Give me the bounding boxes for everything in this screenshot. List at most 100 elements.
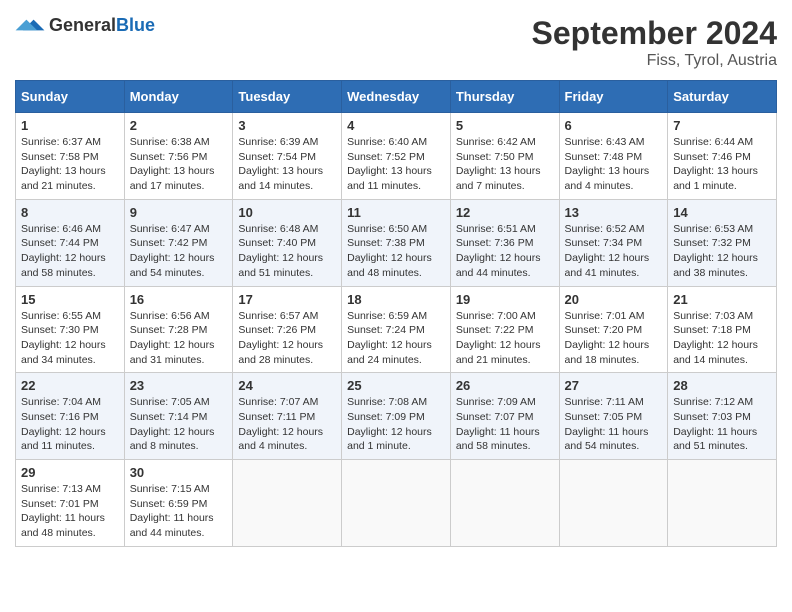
logo-icon [15, 16, 45, 34]
day-info: Sunrise: 7:00 AM Sunset: 7:22 PM Dayligh… [456, 309, 554, 368]
day-info: Sunrise: 6:48 AM Sunset: 7:40 PM Dayligh… [238, 222, 336, 281]
calendar-cell: 21 Sunrise: 7:03 AM Sunset: 7:18 PM Dayl… [668, 286, 777, 373]
calendar-cell [559, 460, 668, 547]
day-number: 8 [21, 205, 119, 220]
day-number: 21 [673, 292, 771, 307]
calendar-cell [342, 460, 451, 547]
day-number: 20 [565, 292, 663, 307]
calendar-cell: 29 Sunrise: 7:13 AM Sunset: 7:01 PM Dayl… [16, 460, 125, 547]
day-number: 22 [21, 378, 119, 393]
day-info: Sunrise: 7:11 AM Sunset: 7:05 PM Dayligh… [565, 395, 663, 454]
day-info: Sunrise: 6:42 AM Sunset: 7:50 PM Dayligh… [456, 135, 554, 194]
day-number: 23 [130, 378, 228, 393]
day-number: 27 [565, 378, 663, 393]
calendar-cell: 11 Sunrise: 6:50 AM Sunset: 7:38 PM Dayl… [342, 199, 451, 286]
day-info: Sunrise: 6:44 AM Sunset: 7:46 PM Dayligh… [673, 135, 771, 194]
day-info: Sunrise: 6:51 AM Sunset: 7:36 PM Dayligh… [456, 222, 554, 281]
day-info: Sunrise: 6:55 AM Sunset: 7:30 PM Dayligh… [21, 309, 119, 368]
day-info: Sunrise: 7:07 AM Sunset: 7:11 PM Dayligh… [238, 395, 336, 454]
calendar-cell: 3 Sunrise: 6:39 AM Sunset: 7:54 PM Dayli… [233, 113, 342, 200]
day-info: Sunrise: 6:43 AM Sunset: 7:48 PM Dayligh… [565, 135, 663, 194]
day-number: 26 [456, 378, 554, 393]
calendar-cell: 9 Sunrise: 6:47 AM Sunset: 7:42 PM Dayli… [124, 199, 233, 286]
calendar-cell: 27 Sunrise: 7:11 AM Sunset: 7:05 PM Dayl… [559, 373, 668, 460]
day-info: Sunrise: 7:09 AM Sunset: 7:07 PM Dayligh… [456, 395, 554, 454]
column-header-thursday: Thursday [450, 81, 559, 113]
calendar-cell: 25 Sunrise: 7:08 AM Sunset: 7:09 PM Dayl… [342, 373, 451, 460]
day-number: 4 [347, 118, 445, 133]
month-title: September 2024 [532, 15, 777, 52]
calendar-week-row: 1 Sunrise: 6:37 AM Sunset: 7:58 PM Dayli… [16, 113, 777, 200]
day-info: Sunrise: 6:46 AM Sunset: 7:44 PM Dayligh… [21, 222, 119, 281]
calendar-cell: 13 Sunrise: 6:52 AM Sunset: 7:34 PM Dayl… [559, 199, 668, 286]
calendar-cell: 7 Sunrise: 6:44 AM Sunset: 7:46 PM Dayli… [668, 113, 777, 200]
logo-general: General [49, 15, 116, 35]
calendar-cell: 10 Sunrise: 6:48 AM Sunset: 7:40 PM Dayl… [233, 199, 342, 286]
day-info: Sunrise: 6:50 AM Sunset: 7:38 PM Dayligh… [347, 222, 445, 281]
calendar-week-row: 8 Sunrise: 6:46 AM Sunset: 7:44 PM Dayli… [16, 199, 777, 286]
calendar-cell: 16 Sunrise: 6:56 AM Sunset: 7:28 PM Dayl… [124, 286, 233, 373]
calendar-cell: 6 Sunrise: 6:43 AM Sunset: 7:48 PM Dayli… [559, 113, 668, 200]
day-number: 24 [238, 378, 336, 393]
calendar-cell: 18 Sunrise: 6:59 AM Sunset: 7:24 PM Dayl… [342, 286, 451, 373]
day-number: 1 [21, 118, 119, 133]
calendar-cell: 14 Sunrise: 6:53 AM Sunset: 7:32 PM Dayl… [668, 199, 777, 286]
day-info: Sunrise: 7:01 AM Sunset: 7:20 PM Dayligh… [565, 309, 663, 368]
day-info: Sunrise: 7:04 AM Sunset: 7:16 PM Dayligh… [21, 395, 119, 454]
calendar-cell: 22 Sunrise: 7:04 AM Sunset: 7:16 PM Dayl… [16, 373, 125, 460]
calendar-week-row: 15 Sunrise: 6:55 AM Sunset: 7:30 PM Dayl… [16, 286, 777, 373]
day-number: 30 [130, 465, 228, 480]
calendar-header-row: SundayMondayTuesdayWednesdayThursdayFrid… [16, 81, 777, 113]
day-number: 17 [238, 292, 336, 307]
day-info: Sunrise: 7:15 AM Sunset: 6:59 PM Dayligh… [130, 482, 228, 541]
calendar-cell: 5 Sunrise: 6:42 AM Sunset: 7:50 PM Dayli… [450, 113, 559, 200]
calendar-cell: 24 Sunrise: 7:07 AM Sunset: 7:11 PM Dayl… [233, 373, 342, 460]
day-info: Sunrise: 7:12 AM Sunset: 7:03 PM Dayligh… [673, 395, 771, 454]
calendar-cell: 15 Sunrise: 6:55 AM Sunset: 7:30 PM Dayl… [16, 286, 125, 373]
calendar-cell: 4 Sunrise: 6:40 AM Sunset: 7:52 PM Dayli… [342, 113, 451, 200]
logo: GeneralBlue [15, 15, 155, 36]
column-header-tuesday: Tuesday [233, 81, 342, 113]
column-header-saturday: Saturday [668, 81, 777, 113]
day-number: 12 [456, 205, 554, 220]
day-number: 3 [238, 118, 336, 133]
day-number: 18 [347, 292, 445, 307]
title-section: September 2024 Fiss, Tyrol, Austria [532, 15, 777, 70]
calendar-cell: 28 Sunrise: 7:12 AM Sunset: 7:03 PM Dayl… [668, 373, 777, 460]
calendar-table: SundayMondayTuesdayWednesdayThursdayFrid… [15, 80, 777, 547]
page-header: GeneralBlue September 2024 Fiss, Tyrol, … [15, 15, 777, 70]
day-info: Sunrise: 6:39 AM Sunset: 7:54 PM Dayligh… [238, 135, 336, 194]
calendar-week-row: 29 Sunrise: 7:13 AM Sunset: 7:01 PM Dayl… [16, 460, 777, 547]
day-number: 29 [21, 465, 119, 480]
day-number: 19 [456, 292, 554, 307]
day-info: Sunrise: 7:03 AM Sunset: 7:18 PM Dayligh… [673, 309, 771, 368]
day-info: Sunrise: 7:13 AM Sunset: 7:01 PM Dayligh… [21, 482, 119, 541]
logo-blue: Blue [116, 15, 155, 35]
calendar-week-row: 22 Sunrise: 7:04 AM Sunset: 7:16 PM Dayl… [16, 373, 777, 460]
day-number: 15 [21, 292, 119, 307]
calendar-cell: 19 Sunrise: 7:00 AM Sunset: 7:22 PM Dayl… [450, 286, 559, 373]
calendar-cell: 26 Sunrise: 7:09 AM Sunset: 7:07 PM Dayl… [450, 373, 559, 460]
day-info: Sunrise: 6:53 AM Sunset: 7:32 PM Dayligh… [673, 222, 771, 281]
column-header-friday: Friday [559, 81, 668, 113]
day-number: 14 [673, 205, 771, 220]
calendar-cell: 20 Sunrise: 7:01 AM Sunset: 7:20 PM Dayl… [559, 286, 668, 373]
column-header-sunday: Sunday [16, 81, 125, 113]
day-info: Sunrise: 6:52 AM Sunset: 7:34 PM Dayligh… [565, 222, 663, 281]
day-number: 2 [130, 118, 228, 133]
day-number: 7 [673, 118, 771, 133]
day-info: Sunrise: 6:38 AM Sunset: 7:56 PM Dayligh… [130, 135, 228, 194]
day-info: Sunrise: 6:47 AM Sunset: 7:42 PM Dayligh… [130, 222, 228, 281]
day-number: 25 [347, 378, 445, 393]
calendar-cell: 12 Sunrise: 6:51 AM Sunset: 7:36 PM Dayl… [450, 199, 559, 286]
day-info: Sunrise: 6:56 AM Sunset: 7:28 PM Dayligh… [130, 309, 228, 368]
calendar-cell: 17 Sunrise: 6:57 AM Sunset: 7:26 PM Dayl… [233, 286, 342, 373]
day-number: 9 [130, 205, 228, 220]
day-number: 28 [673, 378, 771, 393]
column-header-wednesday: Wednesday [342, 81, 451, 113]
calendar-cell [450, 460, 559, 547]
location-title: Fiss, Tyrol, Austria [532, 52, 777, 70]
day-info: Sunrise: 6:37 AM Sunset: 7:58 PM Dayligh… [21, 135, 119, 194]
calendar-cell: 1 Sunrise: 6:37 AM Sunset: 7:58 PM Dayli… [16, 113, 125, 200]
day-info: Sunrise: 6:40 AM Sunset: 7:52 PM Dayligh… [347, 135, 445, 194]
